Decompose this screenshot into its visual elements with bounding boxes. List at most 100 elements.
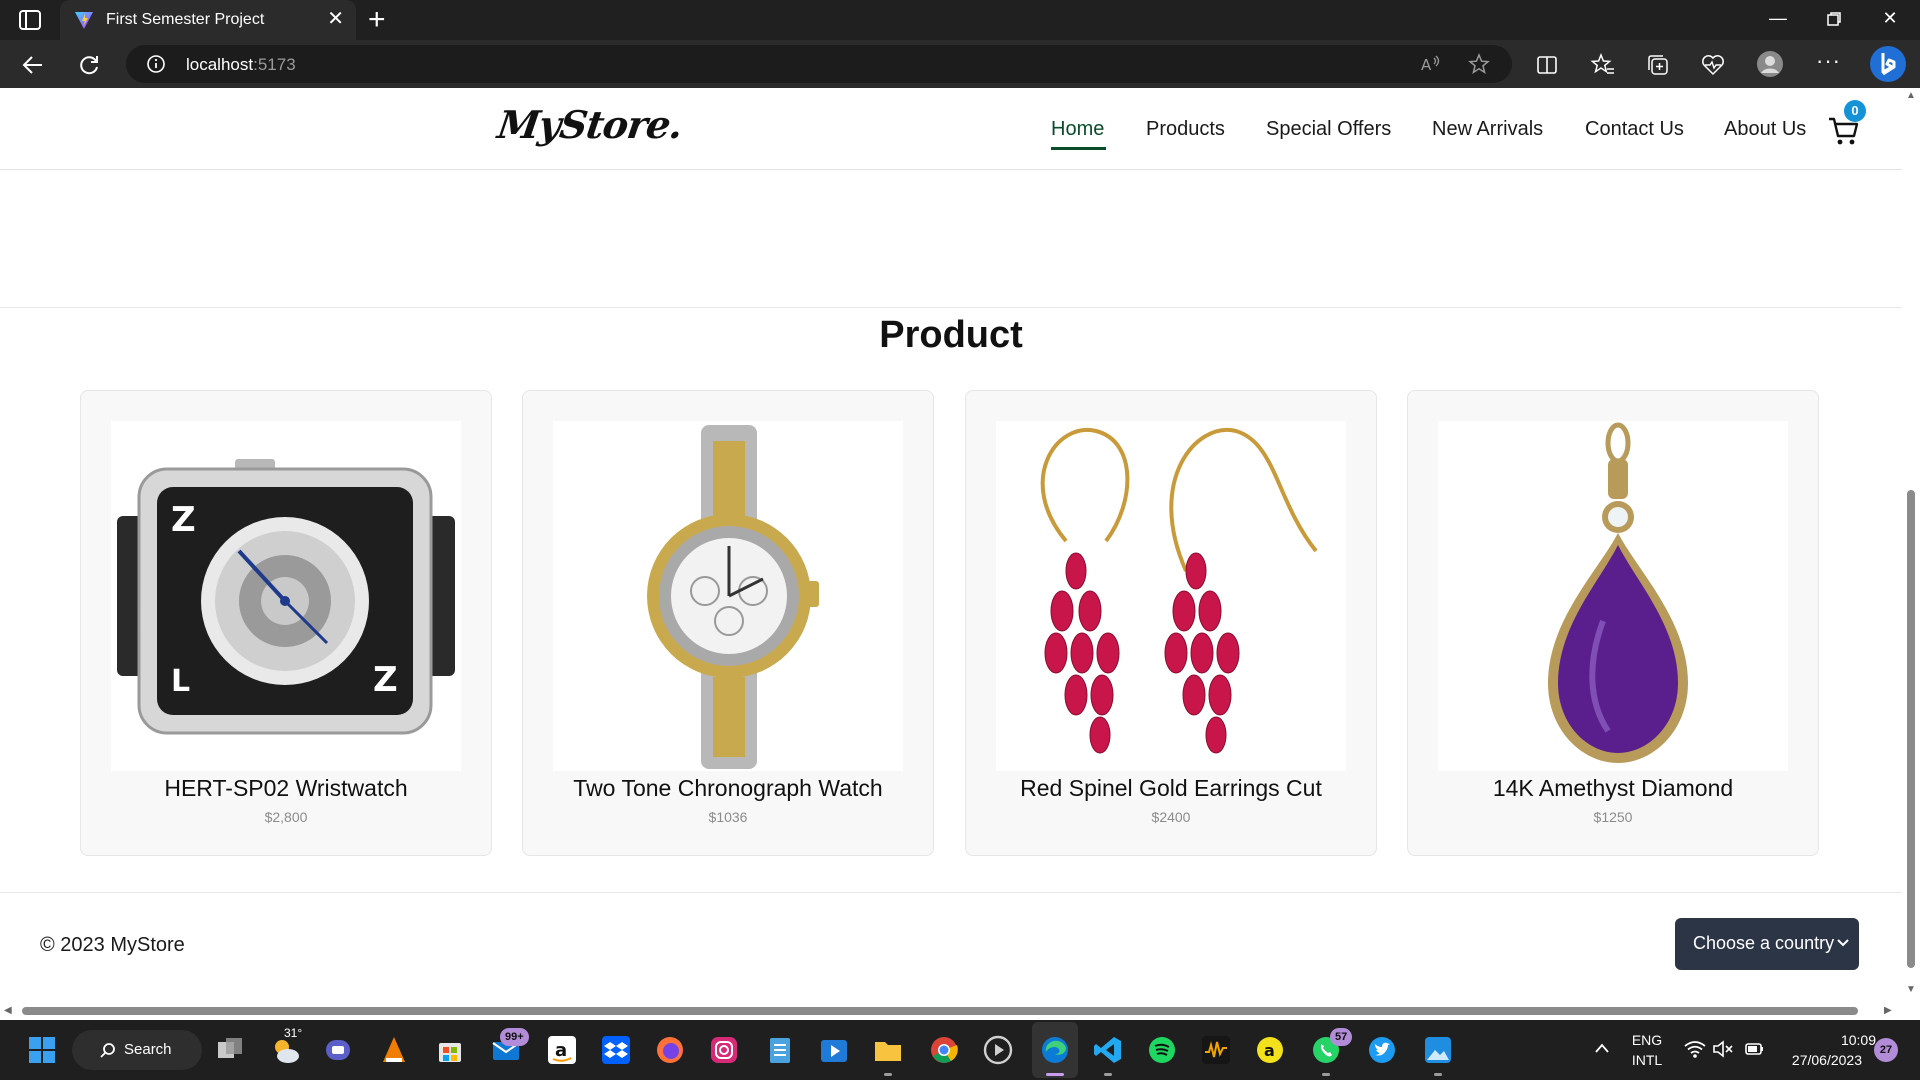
country-select[interactable]: Choose a country	[1675, 918, 1859, 970]
firefox-icon[interactable]	[654, 1034, 686, 1066]
media-player-icon[interactable]	[818, 1034, 850, 1066]
tray-expand-icon[interactable]	[1594, 1042, 1610, 1054]
back-icon[interactable]	[20, 52, 46, 78]
dropbox-icon[interactable]	[600, 1034, 632, 1066]
notification-count-badge[interactable]: 27	[1874, 1038, 1898, 1062]
product-card[interactable]: 14K Amethyst Diamond $1250	[1407, 390, 1819, 856]
product-name[interactable]: Two Tone Chronograph Watch	[523, 775, 933, 802]
product-image[interactable]	[1438, 421, 1788, 771]
vscode-running-indicator	[1104, 1073, 1112, 1076]
product-price: $2400	[1151, 809, 1191, 825]
svg-text:a: a	[555, 1040, 567, 1061]
minimize-icon[interactable]: —	[1766, 8, 1790, 29]
browser-essentials-icon[interactable]	[1700, 52, 1726, 78]
product-card[interactable]: Red Spinel Gold Earrings Cut $2400	[965, 390, 1377, 856]
footer-copyright: © 2023 MyStore	[40, 934, 185, 956]
product-card[interactable]: Two Tone Chronograph Watch $1036	[522, 390, 934, 856]
restore-icon[interactable]	[1822, 10, 1846, 28]
teams-chat-icon[interactable]	[322, 1034, 354, 1066]
site-navbar: MyStore. Home Products Special Offers Ne…	[0, 88, 1902, 170]
nav-link-products[interactable]: Products	[1146, 118, 1225, 141]
tab-close-icon[interactable]: ✕	[327, 9, 344, 29]
nav-link-about-us[interactable]: About Us	[1724, 118, 1806, 141]
product-name[interactable]: HERT-SP02 Wristwatch	[81, 775, 491, 802]
profile-avatar-icon[interactable]	[1756, 50, 1784, 78]
nav-link-new-arrivals[interactable]: New Arrivals	[1432, 118, 1543, 141]
product-image[interactable]	[553, 421, 903, 771]
close-window-icon[interactable]: ✕	[1878, 8, 1902, 29]
clock-date[interactable]: 27/06/2023	[1776, 1052, 1862, 1068]
product-name[interactable]: Red Spinel Gold Earrings Cut	[966, 775, 1376, 802]
wifi-icon[interactable]	[1684, 1040, 1706, 1058]
horizontal-scroll-thumb[interactable]	[22, 1007, 1858, 1015]
windows-start-icon[interactable]	[26, 1034, 58, 1066]
vite-favicon-icon	[75, 12, 93, 29]
product-image[interactable]	[996, 421, 1346, 771]
tab-title: First Semester Project	[106, 11, 265, 28]
product-price: $1250	[1593, 809, 1633, 825]
photos-running-indicator	[1434, 1073, 1442, 1076]
taskbar-search[interactable]: Search	[72, 1030, 202, 1070]
chrome-icon[interactable]	[928, 1034, 960, 1066]
horizontal-scrollbar[interactable]: ◀ ▶	[0, 1002, 1920, 1020]
split-screen-icon[interactable]	[1534, 52, 1560, 78]
twitter-icon[interactable]	[1366, 1034, 1398, 1066]
nav-link-home[interactable]: Home	[1051, 118, 1104, 141]
refresh-icon[interactable]	[76, 52, 102, 78]
red-spinel-earrings-image	[1040, 427, 1318, 754]
read-aloud-icon[interactable]: A	[1420, 54, 1442, 74]
favorites-icon[interactable]	[1590, 52, 1616, 78]
bing-copilot-icon[interactable]	[1868, 44, 1908, 84]
product-image[interactable]: Z Z L	[111, 421, 461, 771]
browser-tab-bar: First Semester Project ✕ + — ✕	[0, 0, 1920, 40]
task-view-icon[interactable]	[214, 1034, 246, 1066]
product-price: $1036	[708, 809, 748, 825]
edge-icon[interactable]	[1039, 1034, 1071, 1066]
collections-icon[interactable]	[1645, 52, 1671, 78]
nav-link-special-offers[interactable]: Special Offers	[1266, 118, 1391, 141]
product-card[interactable]: Z Z L HERT-SP02 Wristwatch $2,800	[80, 390, 492, 856]
photos-app-icon[interactable]	[1422, 1034, 1454, 1066]
vlc-icon[interactable]	[378, 1034, 410, 1066]
vertical-scrollbar[interactable]: ▲ ▼	[1902, 88, 1920, 1002]
notepad-icon[interactable]	[764, 1034, 796, 1066]
battery-icon[interactable]	[1742, 1040, 1764, 1058]
clock-time[interactable]: 10:09	[1776, 1032, 1876, 1048]
favorite-star-icon[interactable]	[1468, 53, 1490, 75]
file-explorer-icon[interactable]	[872, 1034, 904, 1066]
new-tab-icon[interactable]: +	[368, 5, 386, 35]
media-play-icon[interactable]	[982, 1034, 1014, 1066]
amazon-icon[interactable]: a	[546, 1034, 578, 1066]
scroll-left-icon[interactable]: ◀	[4, 1005, 12, 1016]
footer-divider	[0, 892, 1902, 893]
scroll-down-icon[interactable]: ▼	[1906, 984, 1916, 995]
tab-actions-icon[interactable]	[18, 9, 42, 31]
vscode-icon[interactable]	[1092, 1034, 1124, 1066]
explorer-running-indicator	[884, 1073, 892, 1076]
country-select-value: Choose a country	[1693, 933, 1835, 953]
spotify-icon[interactable]	[1146, 1034, 1178, 1066]
a-app-icon[interactable]: a	[1254, 1034, 1286, 1066]
instagram-icon[interactable]	[708, 1034, 740, 1066]
store-logo[interactable]: MyStore.	[495, 102, 685, 147]
volume-muted-icon[interactable]	[1712, 1040, 1734, 1058]
language-indicator[interactable]: ENG	[1630, 1032, 1664, 1048]
microsoft-store-icon[interactable]	[434, 1034, 466, 1066]
cart-count-badge: 0	[1844, 100, 1866, 122]
nav-link-contact-us[interactable]: Contact Us	[1585, 118, 1684, 141]
vertical-scroll-thumb[interactable]	[1907, 490, 1915, 968]
svg-text:L: L	[171, 664, 190, 699]
more-options-icon[interactable]: ···	[1816, 48, 1841, 74]
browser-tab[interactable]: First Semester Project ✕	[60, 0, 356, 40]
whatsapp-running-indicator	[1322, 1073, 1330, 1076]
address-bar[interactable]: localhost:5173 A	[126, 45, 1512, 83]
product-name[interactable]: 14K Amethyst Diamond	[1408, 775, 1818, 802]
mail-badge: 99+	[500, 1028, 529, 1046]
keyboard-indicator[interactable]: INTL	[1630, 1052, 1664, 1068]
scroll-up-icon[interactable]: ▲	[1906, 90, 1916, 101]
site-info-icon[interactable]	[146, 54, 166, 74]
address-url: localhost:5173	[186, 55, 296, 75]
section-divider	[0, 307, 1902, 308]
scroll-right-icon[interactable]: ▶	[1884, 1005, 1892, 1016]
audio-waveform-icon[interactable]	[1200, 1034, 1232, 1066]
